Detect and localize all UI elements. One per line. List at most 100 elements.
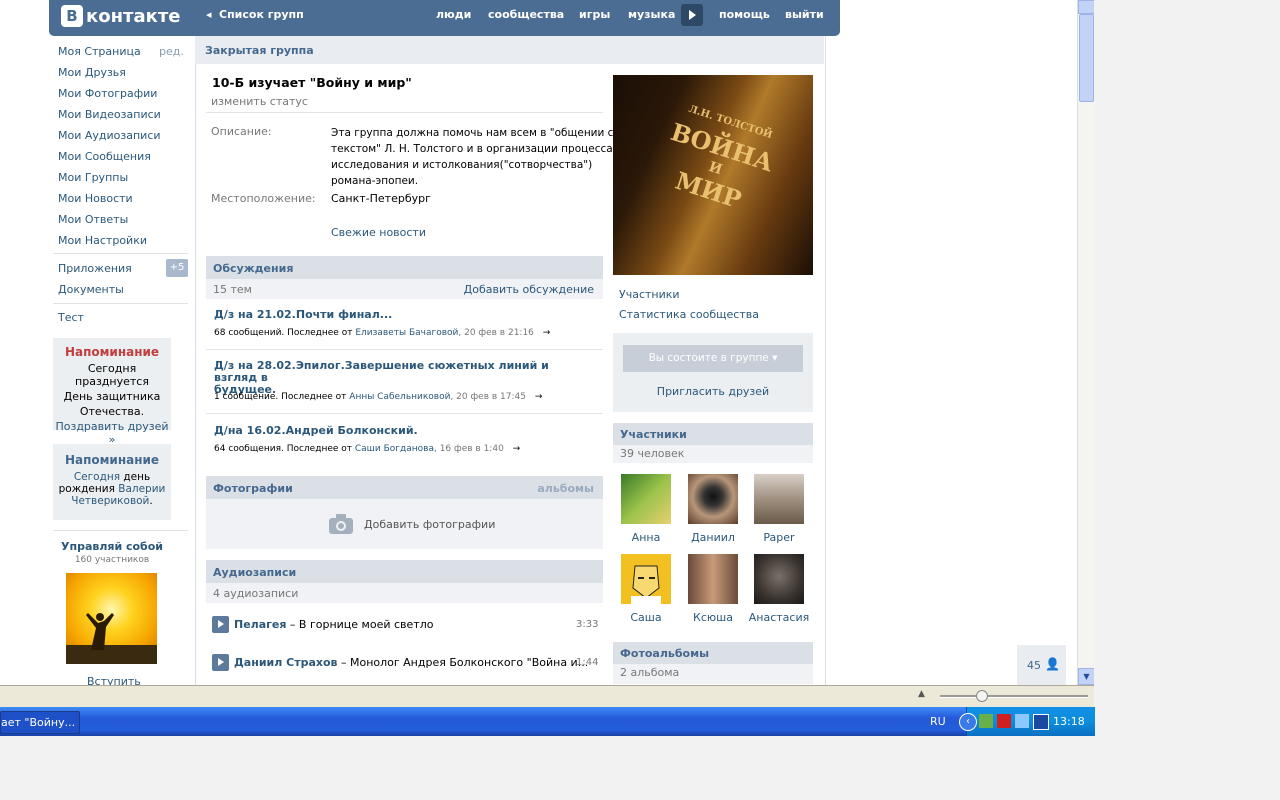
membership-button[interactable]: Вы состоите в группе ▾ bbox=[623, 345, 803, 372]
track-duration: 3:33 bbox=[576, 619, 599, 630]
sidebar-item-friends[interactable]: Мои Друзья bbox=[58, 66, 126, 79]
group-avatar-book[interactable]: Л.Н. ТОЛСТОЙ ВОЙНА И МИР bbox=[613, 75, 813, 275]
birthday-person-link[interactable]: Валерии bbox=[118, 483, 165, 495]
topic-meta-text: 64 сообщения. Последнее от bbox=[214, 444, 355, 454]
member-avatar[interactable] bbox=[621, 474, 671, 524]
nav-games[interactable]: игры bbox=[579, 8, 610, 21]
vk-logo[interactable]: В контакте bbox=[61, 4, 180, 28]
member-name[interactable]: Анна bbox=[611, 531, 681, 544]
discussions-header[interactable]: Обсуждения bbox=[206, 256, 603, 279]
topic-title[interactable]: Д/з на 21.02.Почти финал... bbox=[214, 308, 589, 321]
sidebar-item-settings[interactable]: Мои Настройки bbox=[58, 234, 147, 247]
tray-app-icon[interactable] bbox=[1033, 714, 1049, 730]
sidebar-item-test[interactable]: Тест bbox=[58, 311, 84, 324]
audio-track[interactable]: Пелагея – В горнице моей светло bbox=[234, 618, 433, 631]
edit-link[interactable]: ред. bbox=[159, 45, 184, 58]
play-icon[interactable] bbox=[212, 654, 229, 671]
tray-app-icon[interactable] bbox=[1015, 714, 1029, 728]
add-photos-area[interactable]: Добавить фотографии bbox=[206, 499, 603, 549]
stats-link[interactable]: Статистика сообщества bbox=[619, 308, 759, 321]
taskbar-window-button[interactable]: ает "Войну... bbox=[0, 711, 80, 734]
invite-friends-link[interactable]: Пригласить друзей bbox=[613, 385, 813, 398]
online-counter[interactable]: 45 👤 bbox=[1017, 645, 1066, 685]
arrow-right-icon[interactable]: → bbox=[543, 328, 551, 338]
topic-author-link[interactable]: Саши Богданова bbox=[355, 444, 434, 454]
promo-title[interactable]: Управляй собой bbox=[53, 540, 171, 553]
sidebar-divider bbox=[53, 530, 188, 531]
arrow-right-icon[interactable]: → bbox=[513, 444, 521, 454]
sidebar-item-photos[interactable]: Мои Фотографии bbox=[58, 87, 157, 100]
back-arrow-icon[interactable]: ◂ bbox=[206, 8, 212, 21]
topic-title[interactable]: Д/з на 28.02.Эпилог.Завершение сюжетных … bbox=[214, 360, 589, 396]
member-avatar[interactable] bbox=[754, 554, 804, 604]
albums-link[interactable]: альбомы bbox=[537, 482, 594, 495]
track-artist[interactable]: Даниил Страхов bbox=[234, 656, 337, 669]
promo-image[interactable] bbox=[66, 573, 157, 664]
sidebar-item-docs[interactable]: Документы bbox=[58, 283, 124, 296]
chevron-down-icon: ▾ bbox=[772, 352, 778, 364]
sidebar-item-groups[interactable]: Мои Группы bbox=[58, 171, 128, 184]
scrollbar-thumb[interactable] bbox=[1079, 14, 1094, 102]
change-status-link[interactable]: изменить статус bbox=[211, 95, 308, 108]
play-icon[interactable] bbox=[212, 616, 229, 633]
sidebar-item-audio[interactable]: Мои Аудиозаписи bbox=[58, 129, 161, 142]
description-text: Эта группа должна помочь нам всем в "общ… bbox=[331, 125, 613, 189]
members-header[interactable]: Участники bbox=[613, 423, 813, 445]
language-indicator[interactable]: RU bbox=[930, 715, 946, 728]
member-avatar[interactable] bbox=[754, 474, 804, 524]
members-title: Участники bbox=[620, 428, 687, 441]
track-artist[interactable]: Пелагея bbox=[234, 618, 286, 631]
congratulate-link[interactable]: Поздравить друзей » bbox=[53, 420, 171, 446]
zoom-slider-track[interactable] bbox=[940, 695, 1088, 698]
member-avatar[interactable] bbox=[688, 554, 738, 604]
members-link[interactable]: Участники bbox=[619, 288, 680, 301]
zoom-up-icon[interactable]: ▲ bbox=[918, 689, 925, 699]
photos-header[interactable]: Фотографии альбомы bbox=[206, 476, 603, 499]
group-list-link[interactable]: Список групп bbox=[219, 8, 304, 21]
vertical-scrollbar[interactable] bbox=[1077, 0, 1094, 685]
member-avatar[interactable] bbox=[621, 554, 671, 604]
tray-expand-icon[interactable]: ‹ bbox=[959, 713, 977, 731]
sidebar-item-answers[interactable]: Мои Ответы bbox=[58, 213, 128, 226]
member-name[interactable]: Анастасия bbox=[744, 611, 814, 624]
nav-people[interactable]: люди bbox=[436, 8, 471, 21]
topic-date: , 20 фев в 17:45 bbox=[450, 392, 526, 402]
add-discussion-link[interactable]: Добавить обсуждение bbox=[464, 283, 594, 296]
sidebar-item-videos[interactable]: Мои Видеозаписи bbox=[58, 108, 161, 121]
zoom-slider-handle[interactable] bbox=[976, 690, 988, 702]
members-count: 39 человек bbox=[620, 447, 685, 460]
arrow-right-icon[interactable]: → bbox=[535, 392, 543, 402]
nav-logout[interactable]: выйти bbox=[785, 8, 824, 21]
sidebar-item-news[interactable]: Мои Новости bbox=[58, 192, 133, 205]
member-name[interactable]: Ксюша bbox=[678, 611, 748, 624]
sidebar-item-my-page[interactable]: Моя Страница bbox=[58, 45, 141, 58]
sidebar-item-messages[interactable]: Мои Сообщения bbox=[58, 150, 151, 163]
nav-music[interactable]: музыка bbox=[628, 8, 675, 21]
member-name[interactable]: Даниил bbox=[678, 531, 748, 544]
divider bbox=[206, 349, 603, 350]
acrobat-icon[interactable] bbox=[997, 714, 1011, 728]
reminder-line: Сегодня празднуется bbox=[75, 362, 149, 388]
sidebar-item-apps[interactable]: Приложения bbox=[58, 262, 132, 275]
topic-author-link[interactable]: Елизаветы Бачаговой bbox=[355, 328, 458, 338]
birthday-person-link[interactable]: Четвериковой bbox=[71, 495, 149, 507]
nav-communities[interactable]: сообщества bbox=[488, 8, 564, 21]
scroll-up-button[interactable] bbox=[1078, 0, 1094, 14]
audio-header[interactable]: Аудиозаписи bbox=[206, 560, 603, 583]
audio-track[interactable]: Даниил Страхов – Монолог Андрея Болконск… bbox=[234, 656, 588, 669]
albums-title: Фотоальбомы bbox=[620, 647, 710, 660]
play-music-icon[interactable] bbox=[681, 4, 703, 26]
member-name[interactable]: Саша bbox=[611, 611, 681, 624]
scroll-down-button[interactable]: ▼ bbox=[1078, 668, 1094, 685]
join-promo-link[interactable]: Вступить bbox=[87, 675, 141, 685]
top-header: В контакте ◂ Список групп люди сообществ… bbox=[49, 0, 840, 36]
network-icon[interactable] bbox=[979, 714, 993, 728]
membership-box: Вы состоите в группе ▾ Пригласить друзей bbox=[613, 333, 813, 412]
topic-author-link[interactable]: Анны Сабельниковой bbox=[349, 392, 450, 402]
member-avatar[interactable] bbox=[688, 474, 738, 524]
fresh-news-link[interactable]: Свежие новости bbox=[331, 226, 426, 239]
member-name[interactable]: Paper bbox=[744, 531, 814, 544]
topic-title[interactable]: Д/на 16.02.Андрей Болконский. bbox=[214, 424, 589, 437]
albums-header[interactable]: Фотоальбомы bbox=[613, 642, 813, 664]
nav-help[interactable]: помощь bbox=[719, 8, 770, 21]
